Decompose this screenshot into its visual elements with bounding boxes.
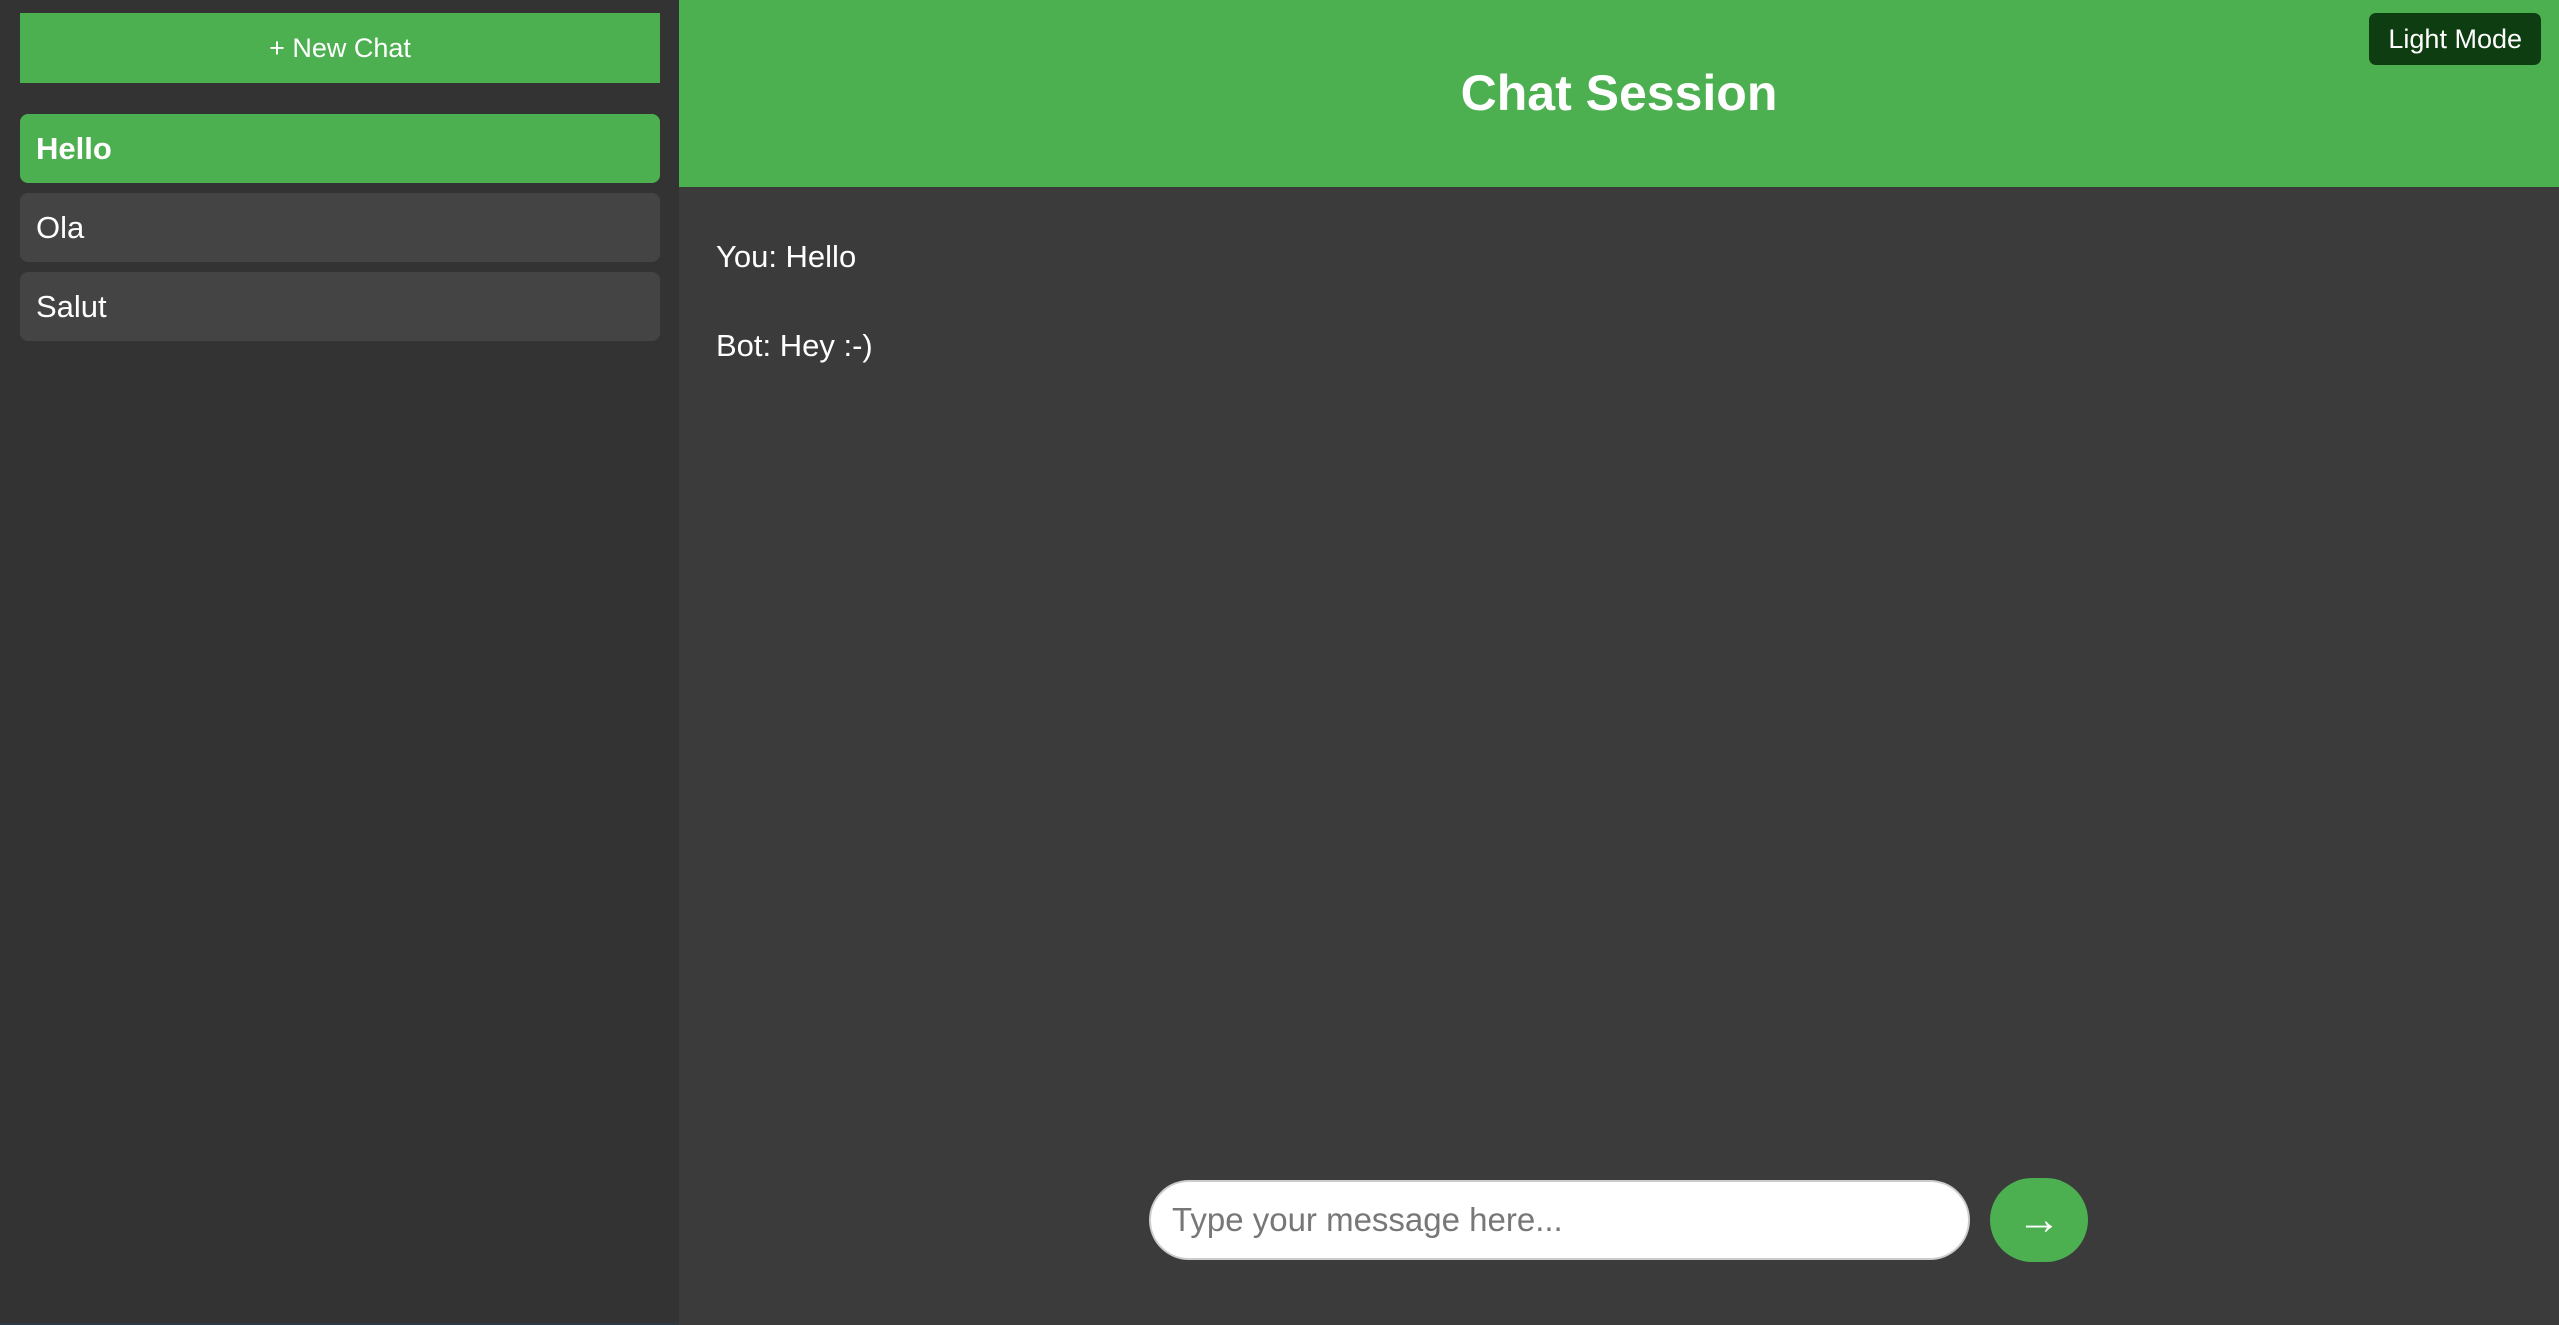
- chat-list: Hello Ola Salut: [20, 114, 660, 341]
- chat-item-ola[interactable]: Ola: [20, 193, 660, 262]
- message-user: You: Hello: [716, 239, 857, 274]
- chat-item-salut[interactable]: Salut: [20, 272, 660, 341]
- page-title: Chat Session: [1460, 64, 1778, 121]
- message-input[interactable]: [1149, 1180, 1970, 1260]
- chat-header: Chat Session Light Mode: [679, 0, 2559, 187]
- message-list: You: Hello Bot: Hey :-): [679, 187, 2559, 364]
- chat-app: + New Chat Hello Ola Salut Chat Session …: [0, 0, 2559, 1325]
- message-bot: Bot: Hey :-): [716, 328, 873, 363]
- light-mode-toggle-button[interactable]: Light Mode: [2369, 13, 2541, 65]
- main-panel: Chat Session Light Mode You: Hello Bot: …: [679, 0, 2559, 1325]
- chat-item-hello[interactable]: Hello: [20, 114, 660, 183]
- arrow-right-icon: →: [2017, 1195, 2061, 1244]
- composer: →: [1149, 1178, 2088, 1262]
- sidebar: + New Chat Hello Ola Salut: [0, 0, 679, 1325]
- new-chat-button[interactable]: + New Chat: [20, 13, 660, 83]
- send-button[interactable]: →: [1990, 1178, 2088, 1262]
